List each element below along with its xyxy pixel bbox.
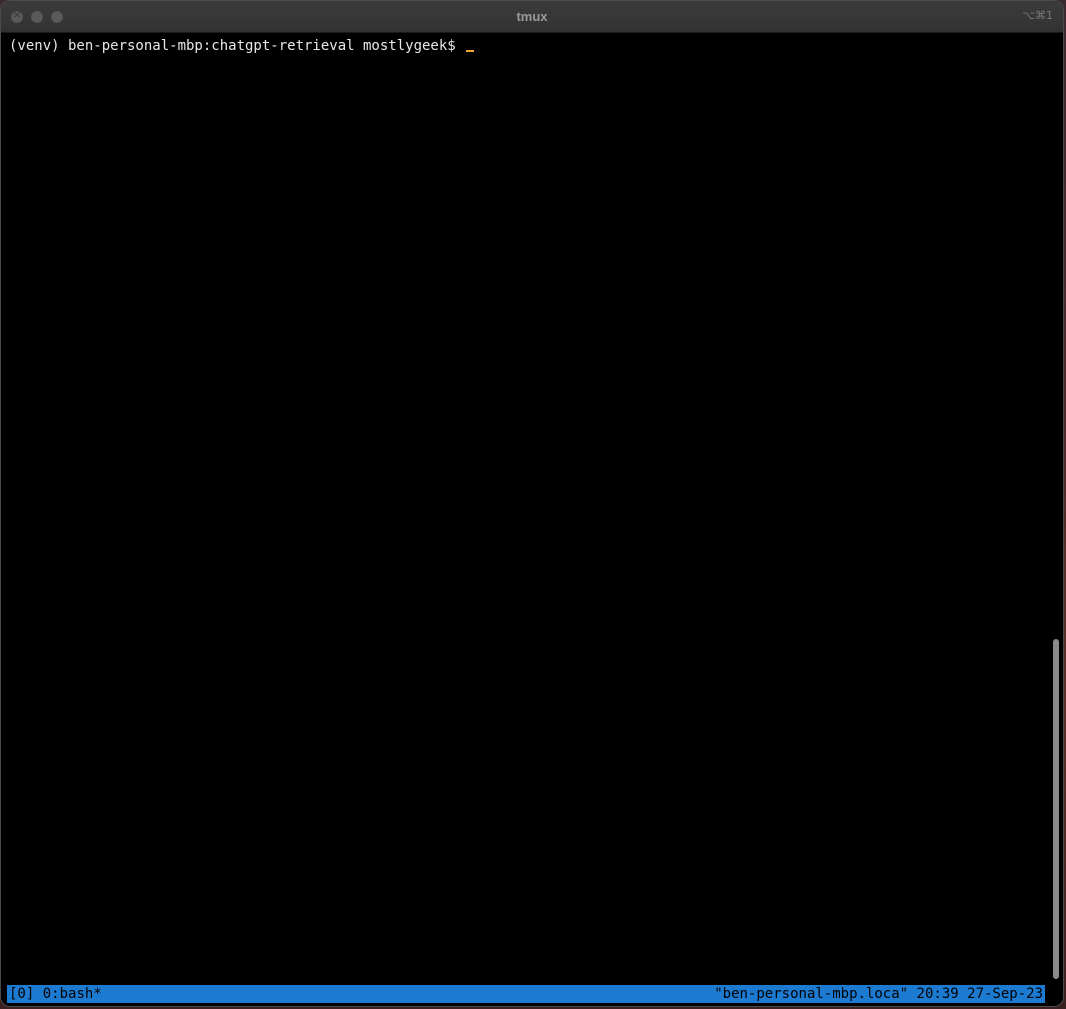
- status-left: [0] 0:bash*: [9, 985, 102, 1003]
- status-right: "ben-personal-mbp.loca" 20:39 27-Sep-23: [714, 985, 1043, 1003]
- tmux-date: 27-Sep-23: [967, 986, 1043, 1002]
- tmux-window-item[interactable]: 0:bash*: [43, 986, 102, 1002]
- terminal-window: tmux ⌥⌘1 (venv) ben-personal-mbp:chatgpt…: [0, 0, 1064, 1007]
- tmux-status-bar: [0] 0:bash* "ben-personal-mbp.loca" 20:3…: [7, 985, 1045, 1003]
- window-title: tmux: [516, 9, 548, 24]
- tmux-session: [0]: [9, 986, 35, 1002]
- terminal-pane[interactable]: (venv) ben-personal-mbp:chatgpt-retrieva…: [1, 33, 1053, 983]
- prompt-text: (venv) ben-personal-mbp:chatgpt-retrieva…: [9, 38, 465, 54]
- title-bar[interactable]: tmux ⌥⌘1: [1, 1, 1063, 33]
- cursor: [466, 50, 475, 52]
- prompt-line: (venv) ben-personal-mbp:chatgpt-retrieva…: [9, 37, 475, 55]
- tmux-host: "ben-personal-mbp.loca": [714, 986, 909, 1002]
- scrollbar-thumb[interactable]: [1053, 639, 1059, 979]
- tmux-time: 20:39: [916, 986, 959, 1002]
- window-shortcut: ⌥⌘1: [1022, 9, 1053, 22]
